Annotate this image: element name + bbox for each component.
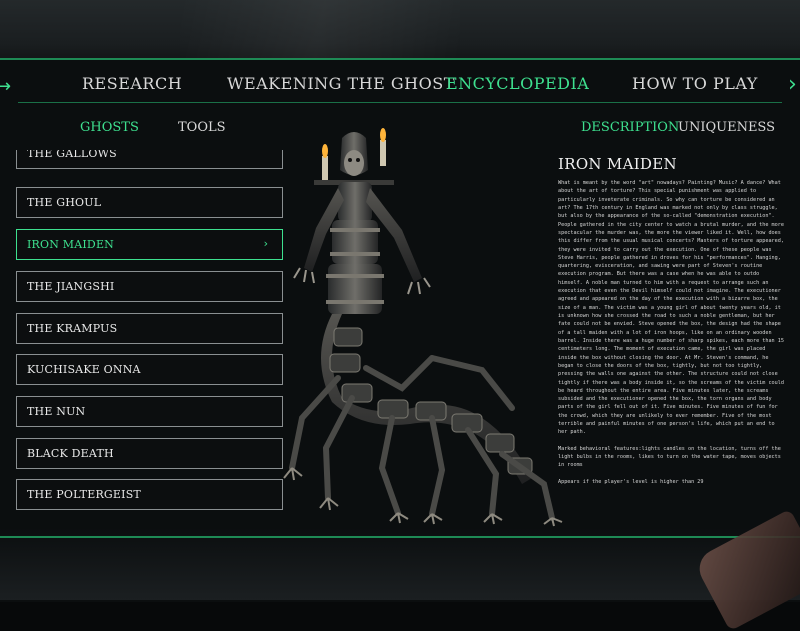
- nav-divider: [18, 102, 782, 103]
- ghost-item-label: BLACK DEATH: [27, 447, 114, 460]
- prev-tab-arrow-icon[interactable]: →: [0, 76, 11, 97]
- ghost-item-the-jiangshi[interactable]: THE JIANGSHI: [16, 271, 283, 302]
- subtab-description[interactable]: DESCRIPTION: [581, 120, 679, 135]
- ghost-item-label: THE GHOUL: [27, 196, 102, 209]
- background-bottom: [0, 528, 800, 600]
- ghost-item-the-krampus[interactable]: THE KRAMPUS: [16, 313, 283, 344]
- ghost-description: What is meant by the word "art" nowadays…: [558, 179, 786, 494]
- tab-how-to-play[interactable]: HOW TO PLAY: [632, 74, 758, 93]
- ghost-item-label: THE NUN: [27, 405, 86, 418]
- iron-maiden-creature-image: [283, 128, 563, 527]
- ghost-title: IRON MAIDEN: [558, 155, 677, 173]
- bottom-divider: [0, 536, 800, 538]
- tab-research[interactable]: RESEARCH: [82, 74, 182, 93]
- chevron-right-icon: ›: [263, 237, 268, 250]
- tab-weakening-the-ghost[interactable]: WEAKENING THE GHOST: [227, 74, 455, 93]
- ghost-item-label: KUCHISAKE ONNA: [27, 363, 141, 376]
- background-top: [0, 0, 800, 62]
- subtab-tools[interactable]: TOOLS: [178, 120, 226, 135]
- ghost-item-label: THE JIANGSHI: [27, 280, 115, 293]
- description-paragraph: What is meant by the word "art" nowadays…: [558, 180, 784, 436]
- top-navigation: → RESEARCH WEAKENING THE GHOST ENCYCLOPE…: [0, 66, 800, 106]
- ghost-item-label: THE POLTERGEIST: [27, 488, 141, 501]
- ghost-item-iron-maiden[interactable]: IRON MAIDEN ›: [16, 229, 283, 260]
- ghost-item-the-poltergeist[interactable]: THE POLTERGEIST: [16, 479, 283, 510]
- ghost-item-kuchisake-onna[interactable]: KUCHISAKE ONNA: [16, 354, 283, 385]
- tab-encyclopedia[interactable]: ENCYCLOPEDIA: [446, 74, 589, 93]
- subtab-uniqueness[interactable]: UNIQUENESS: [678, 120, 775, 135]
- subtab-ghosts[interactable]: GHOSTS: [80, 120, 139, 135]
- ghost-item-label: THE GALLOWS: [27, 150, 117, 160]
- behavior-paragraph: Marked behavioral features:lights candle…: [558, 445, 781, 469]
- ghost-list[interactable]: THE GALLOWS THE GHOUL IRON MAIDEN › THE …: [16, 150, 286, 520]
- next-tab-arrow-icon[interactable]: ›: [788, 72, 797, 97]
- ghost-item-black-death[interactable]: BLACK DEATH: [16, 438, 283, 469]
- ghost-item-the-ghoul[interactable]: THE GHOUL: [16, 187, 283, 218]
- ghost-item-label: THE KRAMPUS: [27, 322, 118, 335]
- appearance-condition: Appears if the player's level is higher …: [558, 478, 704, 485]
- ghost-item-the-gallows[interactable]: THE GALLOWS: [16, 150, 283, 169]
- ghost-item-label: IRON MAIDEN: [27, 238, 114, 251]
- ghost-item-the-nun[interactable]: THE NUN: [16, 396, 283, 427]
